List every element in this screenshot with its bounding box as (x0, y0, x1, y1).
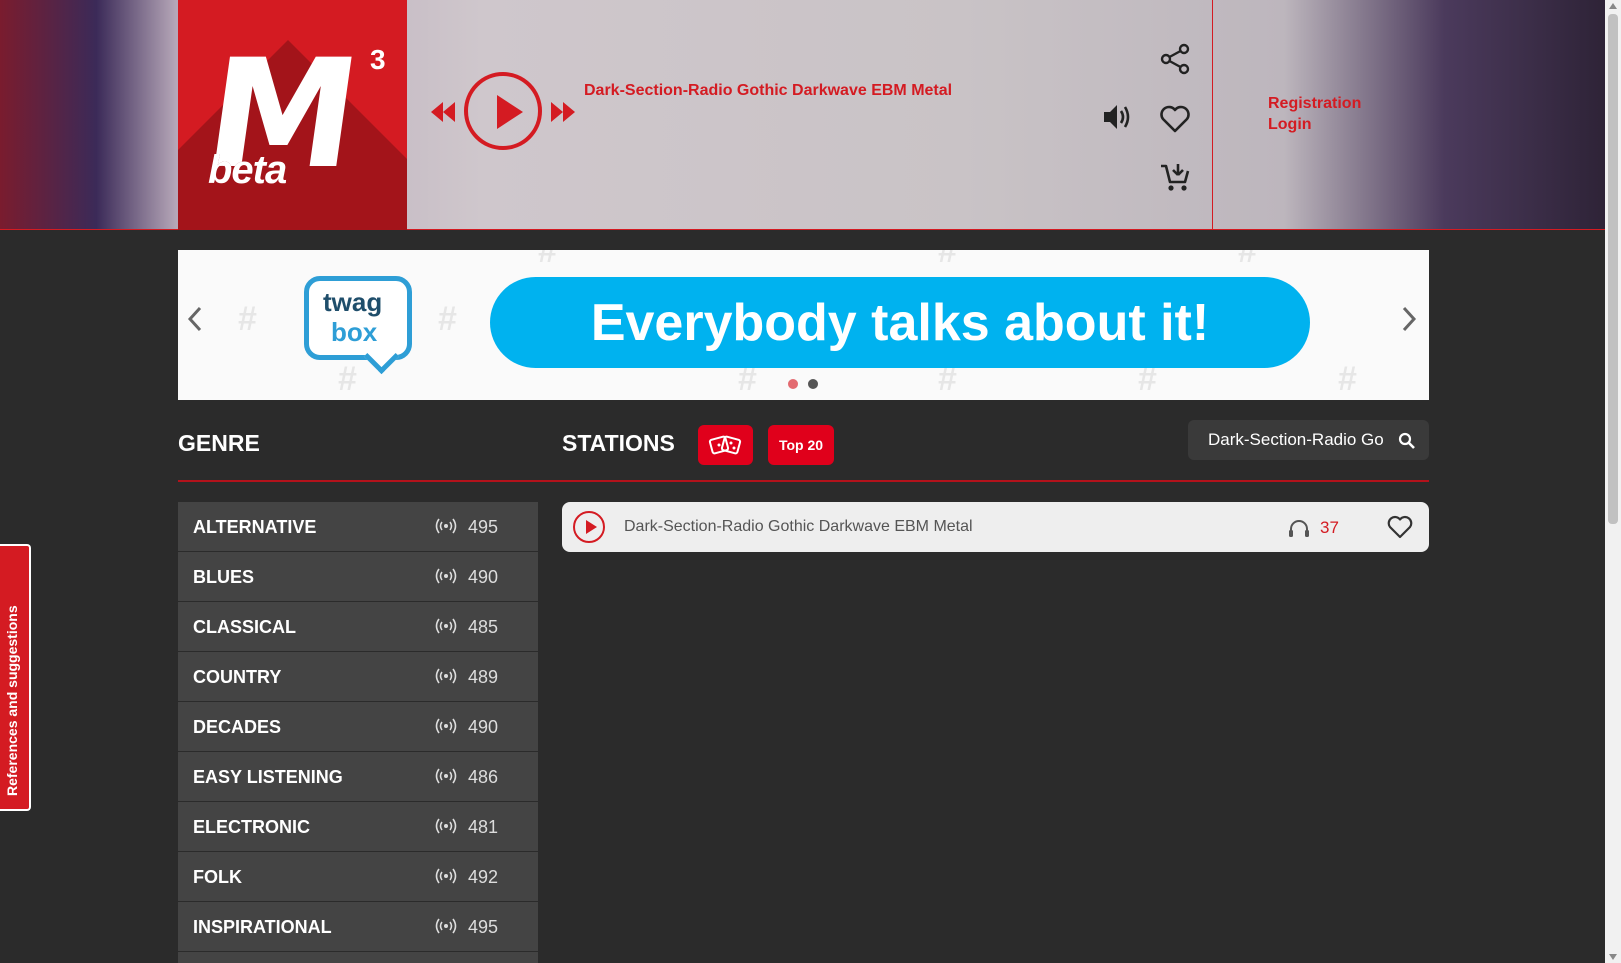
genre-name: ALTERNATIVE (193, 517, 317, 537)
section-divider (178, 480, 1429, 482)
rewind-button[interactable] (430, 100, 456, 124)
headphones-icon (1289, 520, 1309, 537)
scrollbar-thumb[interactable] (1608, 14, 1618, 524)
auth-links: Registration Login (1268, 93, 1361, 135)
station-search (1188, 420, 1429, 460)
station-row[interactable]: Dark-Section-Radio Gothic Darkwave EBM M… (562, 502, 1429, 552)
genre-item-classical[interactable]: CLASSICAL 485 (178, 602, 538, 652)
radio-waves-icon (435, 818, 457, 834)
station-name[interactable]: Dark-Section-Radio Gothic Darkwave EBM M… (624, 518, 973, 536)
genre-name: BLUES (193, 567, 255, 587)
top20-button[interactable]: Top 20 (768, 425, 834, 465)
genre-heading: GENRE (178, 430, 260, 456)
banner-dot-2[interactable] (808, 379, 818, 389)
now-playing-title[interactable]: Dark-Section-Radio Gothic Darkwave EBM M… (584, 82, 952, 100)
radio-waves-icon (435, 718, 457, 734)
genre-name: CLASSICAL (193, 617, 296, 637)
genre-item-country[interactable]: COUNTRY 489 (178, 652, 538, 702)
genre-item-next[interactable] (178, 952, 538, 963)
random-station-button[interactable] (698, 425, 753, 465)
banner-dot-1[interactable] (788, 379, 798, 389)
genre-item-decades[interactable]: DECADES 490 (178, 702, 538, 752)
station-play-button[interactable] (573, 511, 605, 543)
radio-waves-icon (435, 518, 457, 534)
scroll-down-arrow[interactable] (1609, 954, 1617, 960)
cart-icon[interactable] (1158, 160, 1192, 194)
genre-list: ALTERNATIVE 495 BLUES 490 CLASSICAL 485 … (178, 502, 538, 963)
genre-name: COUNTRY (193, 667, 282, 687)
genre-name: FOLK (193, 867, 242, 887)
login-link[interactable]: Login (1268, 114, 1361, 135)
genre-item-easy-listening[interactable]: EASY LISTENING 486 (178, 752, 538, 802)
listener-count: 37 (1320, 518, 1339, 537)
search-icon[interactable] (1398, 432, 1416, 450)
volume-icon[interactable] (1100, 100, 1134, 134)
genre-count: 485 (468, 617, 499, 637)
registration-link[interactable]: Registration (1268, 93, 1361, 114)
dice-icon (708, 435, 742, 455)
genre-count: 492 (468, 867, 499, 887)
twagbox-logo: twag box (304, 276, 412, 360)
radio-waves-icon (435, 918, 457, 934)
genre-count: 486 (468, 767, 499, 787)
genre-count: 495 (468, 917, 499, 937)
genre-name: ELECTRONIC (193, 817, 310, 837)
header-divider (1212, 0, 1213, 230)
fast-forward-icon (551, 102, 575, 122)
radio-waves-icon (435, 568, 457, 584)
genre-count: 481 (468, 817, 499, 837)
radio-waves-icon (435, 668, 457, 684)
feedback-tab[interactable]: References and suggestions (0, 544, 31, 811)
banner-next-button[interactable] (1400, 302, 1418, 342)
player-controls (430, 70, 580, 150)
genre-count: 490 (468, 567, 499, 587)
feedback-tab-label: References and suggestions (4, 605, 20, 796)
genre-item-alternative[interactable]: ALTERNATIVE 495 (178, 502, 538, 552)
radio-waves-icon (435, 768, 457, 784)
chevron-right-icon (1402, 306, 1417, 332)
genre-name: EASY LISTENING (193, 767, 343, 787)
genre-item-blues[interactable]: BLUES 490 (178, 552, 538, 602)
genre-item-electronic[interactable]: ELECTRONIC 481 (178, 802, 538, 852)
station-favorite-heart-icon[interactable] (1386, 514, 1414, 540)
twagbox-logo-text-bottom: box (331, 317, 378, 347)
genre-name: DECADES (193, 717, 282, 737)
twagbox-logo-text-top: twag (323, 287, 383, 317)
share-icon[interactable] (1158, 42, 1192, 76)
banner-prev-button[interactable] (186, 302, 204, 342)
promo-banner[interactable]: # # # # # # # # # # twag box Everybody t… (178, 250, 1429, 400)
genre-item-folk[interactable]: FOLK 492 (178, 852, 538, 902)
search-input[interactable] (1208, 420, 1396, 460)
radio-waves-icon (435, 618, 457, 634)
scrollbar[interactable] (1605, 0, 1621, 963)
stations-heading: STATIONS (562, 430, 675, 456)
genre-count: 489 (468, 667, 499, 687)
chevron-left-icon (187, 306, 202, 332)
genre-count: 490 (468, 717, 499, 737)
radio-waves-icon (435, 868, 457, 884)
logo-superscript: 3 (370, 44, 386, 75)
banner-headline: Everybody talks about it! (490, 277, 1310, 368)
genre-item-inspirational[interactable]: INSPIRATIONAL 495 (178, 902, 538, 952)
scroll-up-arrow[interactable] (1609, 3, 1617, 9)
banner-pagination (788, 376, 828, 394)
play-button[interactable] (464, 72, 542, 150)
genre-name: INSPIRATIONAL (193, 917, 332, 937)
genre-count: 495 (468, 517, 499, 537)
fast-forward-button[interactable] (550, 100, 576, 124)
rewind-icon (431, 102, 455, 122)
logo-beta: beta (208, 148, 287, 192)
site-logo[interactable]: M 3 beta (178, 0, 407, 230)
favorite-heart-icon[interactable] (1158, 102, 1192, 136)
